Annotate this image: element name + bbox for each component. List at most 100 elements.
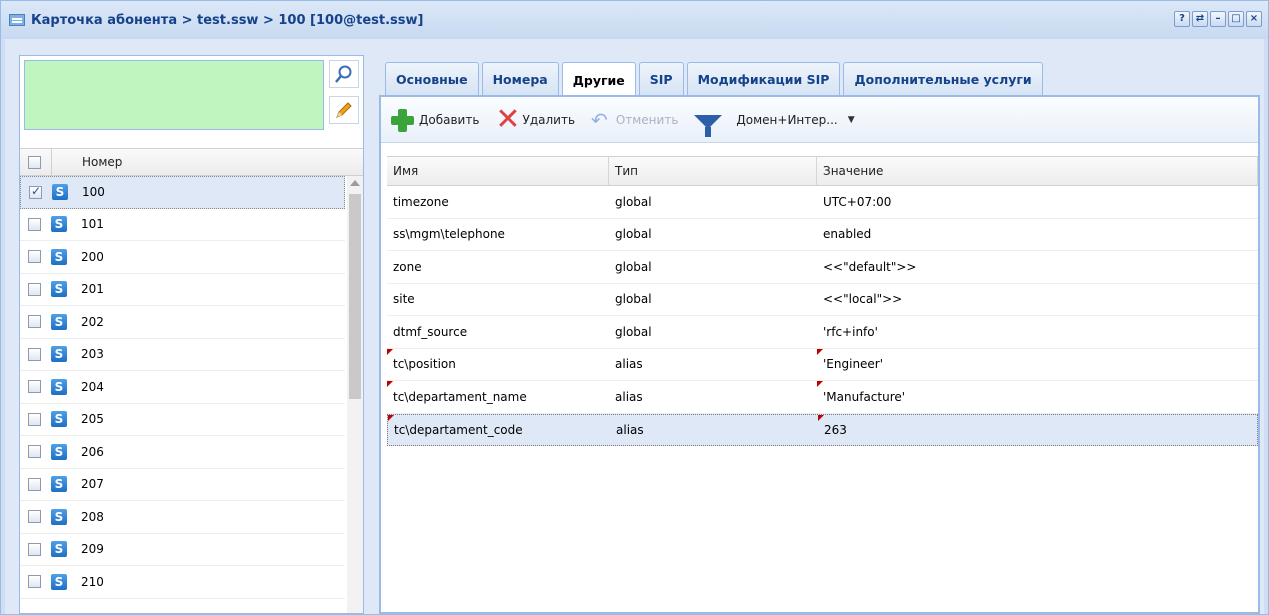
cancel-button[interactable]: ↶ Отменить (591, 108, 678, 132)
row-checkbox[interactable] (28, 250, 41, 264)
close-tool-button[interactable]: × (1246, 11, 1262, 27)
number-row[interactable]: S 209 (20, 534, 345, 566)
tab-other[interactable]: Другие (561, 62, 636, 97)
row-checkbox[interactable] (28, 217, 41, 231)
row-checkbox[interactable] (28, 347, 41, 361)
table-row[interactable]: site global <<"local">> (387, 284, 1258, 316)
number-value: 204 (81, 379, 104, 394)
subscriber-icon: S (51, 346, 67, 363)
name-cell: dtmf_source (393, 324, 468, 339)
window-icon (9, 14, 25, 26)
delete-button[interactable]: ✕ Удалить (495, 104, 576, 134)
number-list-scrollbar[interactable] (347, 176, 363, 613)
row-checkbox[interactable] (28, 282, 41, 296)
number-value: 202 (81, 314, 104, 329)
details-panel: Основные Номера Другие SIP Модификации S… (379, 55, 1260, 614)
table-row[interactable]: dtmf_source global 'rfc+info' (387, 316, 1258, 349)
number-row[interactable]: S 100 (20, 176, 345, 209)
number-value: 208 (81, 509, 104, 524)
number-value: 205 (81, 412, 104, 427)
number-row[interactable]: S 200 (20, 241, 345, 274)
row-checkbox[interactable] (28, 445, 41, 459)
refresh-tool-button[interactable]: ⇄ (1192, 11, 1208, 27)
number-value: 101 (81, 217, 104, 232)
name-cell: tc\departament_name (387, 381, 609, 413)
number-row[interactable]: S 202 (20, 306, 345, 339)
scroll-thumb[interactable] (349, 194, 361, 399)
row-checkbox[interactable] (28, 542, 41, 556)
tab-numbers[interactable]: Номера (481, 62, 559, 96)
tab-main[interactable]: Основные (385, 62, 479, 96)
number-row[interactable]: S 203 (20, 339, 345, 371)
row-checkbox[interactable] (29, 184, 42, 199)
help-tool-button[interactable]: ? (1174, 11, 1190, 27)
row-checkbox[interactable] (28, 315, 41, 329)
number-row[interactable]: S 204 (20, 371, 345, 404)
edit-button[interactable] (329, 96, 359, 124)
search-button[interactable] (329, 60, 359, 88)
number-grid-rows: S100 S101 S200 S201 S202 S203 S204 S205 … (20, 176, 345, 599)
window-titlebar[interactable]: Карточка абонента > test.ssw > 100 [100@… (1, 1, 1268, 39)
row-checkbox[interactable] (28, 477, 41, 491)
subscriber-icon: S (51, 313, 67, 330)
table-row[interactable]: tc\position alias 'Engineer' (387, 348, 1258, 381)
tab-sip-modifications[interactable]: Модификации SIP (686, 62, 841, 96)
name-cell: site (393, 292, 415, 307)
number-value: 210 (81, 574, 104, 589)
value-cell[interactable]: enabled (817, 219, 1258, 251)
number-value: 200 (81, 249, 104, 264)
table-row[interactable]: tc\departament_name alias 'Manufacture' (387, 381, 1258, 414)
subscriber-icon: S (51, 411, 67, 428)
value-cell[interactable]: 'rfc+info' (817, 316, 1258, 348)
delete-button-label: Удалить (522, 112, 576, 127)
filter-dropdown[interactable]: Домен+Интер... ▼ (694, 111, 855, 137)
minimize-tool-button[interactable]: – (1210, 11, 1226, 27)
table-row[interactable]: zone global <<"default">> (387, 251, 1258, 284)
table-row[interactable]: ss\mgm\telephone global enabled (387, 219, 1258, 251)
row-checkbox[interactable] (28, 380, 41, 394)
number-row[interactable]: S 206 (20, 436, 345, 469)
cancel-button-label: Отменить (615, 112, 679, 127)
number-row[interactable]: S 101 (20, 209, 345, 241)
number-value: 100 (82, 185, 105, 200)
value-cell[interactable]: <<"default">> (817, 251, 1258, 283)
type-cell: global (615, 259, 652, 274)
number-row[interactable]: S 208 (20, 501, 345, 534)
subscriber-icon: S (51, 443, 67, 460)
number-value: 207 (81, 477, 104, 492)
subscriber-icon: S (51, 476, 67, 493)
value-cell[interactable]: UTC+07:00 (817, 186, 1258, 218)
subscriber-icon: S (51, 541, 67, 558)
number-value: 206 (81, 444, 104, 459)
number-row[interactable]: S 205 (20, 404, 345, 436)
scroll-up-arrow-icon[interactable] (350, 180, 360, 186)
number-row[interactable]: S 201 (20, 274, 345, 306)
subscriber-icon: S (51, 508, 67, 525)
name-cell: timezone (393, 194, 449, 209)
value-cell[interactable]: 263 (818, 414, 1257, 446)
subscriber-icon: S (51, 248, 67, 265)
tab-sip[interactable]: SIP (638, 62, 684, 96)
table-row[interactable]: timezone global UTC+07:00 (387, 186, 1258, 219)
add-button[interactable]: Добавить (389, 107, 479, 133)
number-column-header[interactable]: Номер (82, 155, 122, 169)
maximize-tool-button[interactable]: □ (1228, 11, 1244, 27)
select-all-checkbox[interactable] (28, 155, 41, 169)
window-tools: ? ⇄ – □ × (1174, 11, 1262, 27)
tab-additional-services[interactable]: Дополнительные услуги (843, 62, 1043, 96)
row-checkbox[interactable] (28, 575, 41, 589)
value-cell[interactable]: 'Manufacture' (817, 381, 1258, 413)
name-column-header[interactable]: Имя (387, 157, 609, 185)
row-checkbox[interactable] (28, 510, 41, 524)
value-column-header[interactable]: Значение (817, 157, 1258, 185)
value-cell[interactable]: <<"local">> (817, 284, 1258, 316)
filter-funnel-icon (694, 114, 723, 137)
number-row[interactable]: S 210 (20, 566, 345, 599)
value-cell[interactable]: 'Engineer' (817, 348, 1258, 381)
subscriber-icon: S (51, 281, 67, 298)
magnifier-icon (335, 65, 352, 83)
number-row[interactable]: S 207 (20, 469, 345, 501)
table-row[interactable]: tc\departament_code alias 263 (387, 413, 1258, 446)
row-checkbox[interactable] (28, 412, 41, 426)
type-column-header[interactable]: Тип (609, 157, 817, 185)
